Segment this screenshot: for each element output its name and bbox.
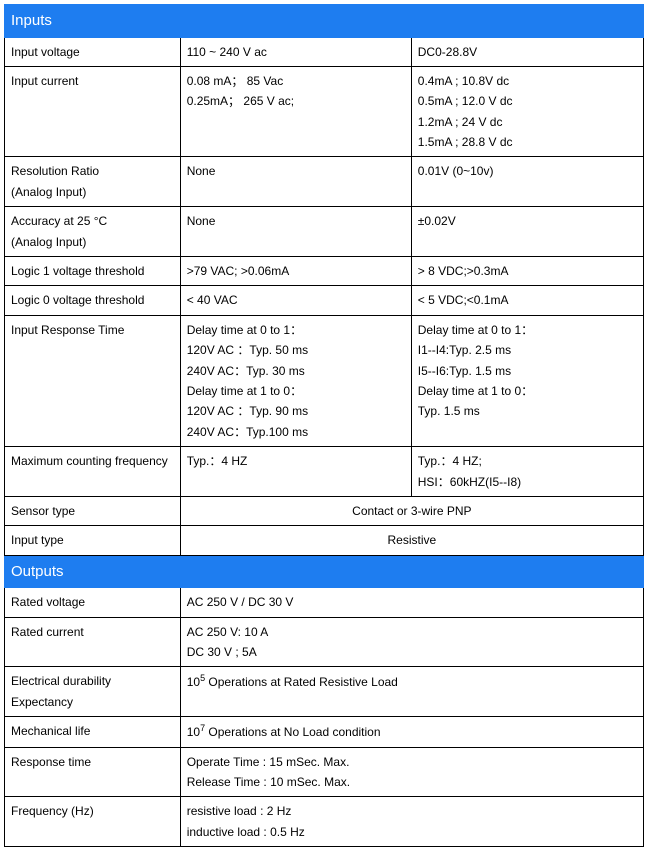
row-rated-voltage: Rated voltage AC 250 V / DC 30 V bbox=[5, 588, 644, 617]
label: Rated voltage bbox=[5, 588, 181, 617]
label: Logic 0 voltage threshold bbox=[5, 286, 181, 315]
label: Input voltage bbox=[5, 37, 181, 66]
row-mechanical-life: Mechanical life 107 Operations at No Loa… bbox=[5, 717, 644, 747]
label: Mechanical life bbox=[5, 717, 181, 747]
row-output-response-time: Response time Operate Time : 15 mSec. Ma… bbox=[5, 747, 644, 797]
value-dc: > 8 VDC;>0.3mA bbox=[411, 257, 643, 286]
label: Sensor type bbox=[5, 496, 181, 525]
value: 107 Operations at No Load condition bbox=[180, 717, 643, 747]
value-ac: < 40 VAC bbox=[180, 286, 411, 315]
label: Resolution Ratio(Analog Input) bbox=[5, 157, 181, 207]
value-dc: < 5 VDC;<0.1mA bbox=[411, 286, 643, 315]
label: Maximum counting frequency bbox=[5, 447, 181, 497]
row-logic0: Logic 0 voltage threshold < 40 VAC < 5 V… bbox=[5, 286, 644, 315]
inputs-header-cell: Inputs bbox=[5, 5, 181, 38]
row-max-counting-frequency: Maximum counting frequency Typ.：4 HZ Typ… bbox=[5, 447, 644, 497]
value-dc: 0.4mA ; 10.8V dc0.5mA ; 12.0 V dc1.2mA ;… bbox=[411, 66, 643, 157]
value: 105 Operations at Rated Resistive Load bbox=[180, 667, 643, 717]
value-dc: Typ.：4 HZ;HSI：60kHZ(I5--I8) bbox=[411, 447, 643, 497]
row-resolution-ratio: Resolution Ratio(Analog Input) None 0.01… bbox=[5, 157, 644, 207]
label: Electrical durability Expectancy bbox=[5, 667, 181, 717]
row-input-voltage: Input voltage 110 ~ 240 V ac DC0-28.8V bbox=[5, 37, 644, 66]
label: Input type bbox=[5, 526, 181, 555]
label: Accuracy at 25 °C(Analog Input) bbox=[5, 207, 181, 257]
label: Input current bbox=[5, 66, 181, 157]
row-input-type: Input type Resistive bbox=[5, 526, 644, 555]
row-input-response-time: Input Response Time Delay time at 0 to 1… bbox=[5, 315, 644, 446]
value-dc: ±0.02V bbox=[411, 207, 643, 257]
label: Logic 1 voltage threshold bbox=[5, 257, 181, 286]
outputs-section-header: Outputs bbox=[5, 555, 644, 588]
value: resistive load : 2 Hzinductive load : 0.… bbox=[180, 797, 643, 847]
value-ac: Typ.：4 HZ bbox=[180, 447, 411, 497]
value: Operate Time : 15 mSec. Max.Release Time… bbox=[180, 747, 643, 797]
row-rated-current: Rated current AC 250 V: 10 ADC 30 V ; 5A bbox=[5, 617, 644, 667]
label: Rated current bbox=[5, 617, 181, 667]
label: Input Response Time bbox=[5, 315, 181, 446]
value-dc: 0.01V (0~10v) bbox=[411, 157, 643, 207]
value: Contact or 3-wire PNP bbox=[180, 496, 643, 525]
row-frequency: Frequency (Hz) resistive load : 2 Hzindu… bbox=[5, 797, 644, 847]
row-accuracy: Accuracy at 25 °C(Analog Input) None ±0.… bbox=[5, 207, 644, 257]
value-ac: 110 ~ 240 V ac bbox=[180, 37, 411, 66]
inputs-section-header: Inputs bbox=[5, 5, 644, 38]
value-ac: Delay time at 0 to 1：120V AC ：Typ. 50 ms… bbox=[180, 315, 411, 446]
value-dc: Delay time at 0 to 1：I1--I4:Typ. 2.5 msI… bbox=[411, 315, 643, 446]
value-ac: 0.08 mA； 85 Vac0.25mA； 265 V ac; bbox=[180, 66, 411, 157]
outputs-header-cell: Outputs bbox=[5, 555, 644, 588]
value-ac: None bbox=[180, 157, 411, 207]
row-sensor-type: Sensor type Contact or 3-wire PNP bbox=[5, 496, 644, 525]
value: AC 250 V / DC 30 V bbox=[180, 588, 643, 617]
value: AC 250 V: 10 ADC 30 V ; 5A bbox=[180, 617, 643, 667]
label: Frequency (Hz) bbox=[5, 797, 181, 847]
value-ac: >79 VAC; >0.06mA bbox=[180, 257, 411, 286]
value-dc: DC0-28.8V bbox=[411, 37, 643, 66]
label: Response time bbox=[5, 747, 181, 797]
row-electrical-durability: Electrical durability Expectancy 105 Ope… bbox=[5, 667, 644, 717]
row-logic1: Logic 1 voltage threshold >79 VAC; >0.06… bbox=[5, 257, 644, 286]
value-ac: None bbox=[180, 207, 411, 257]
row-input-current: Input current 0.08 mA； 85 Vac0.25mA； 265… bbox=[5, 66, 644, 157]
value: Resistive bbox=[180, 526, 643, 555]
spec-table: Inputs Input voltage 110 ~ 240 V ac DC0-… bbox=[4, 4, 644, 847]
